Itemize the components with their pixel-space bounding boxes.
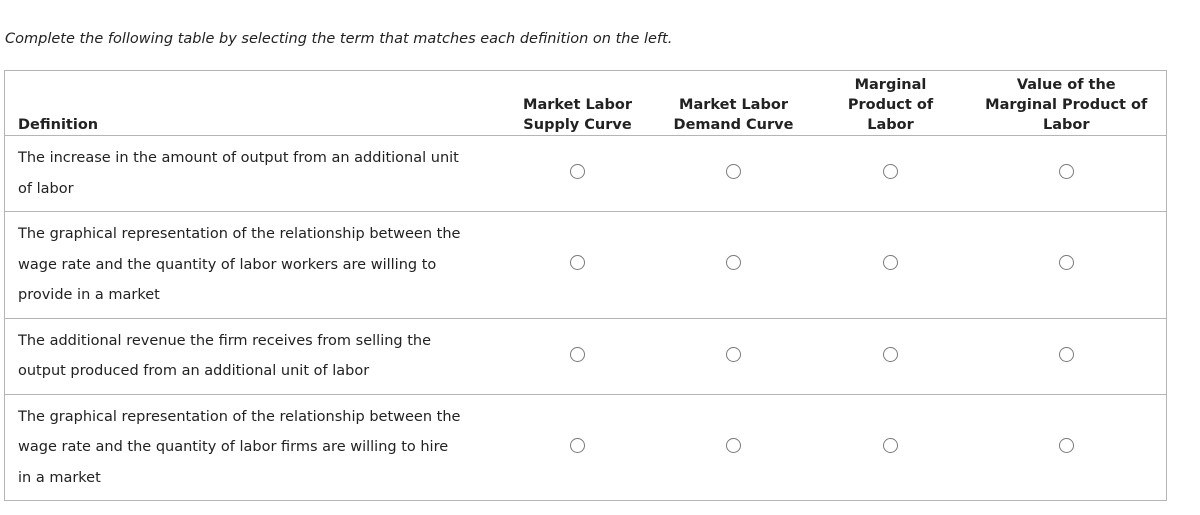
definition-line: The graphical representation of the rela…: [18, 226, 461, 242]
definition-line: in a market: [18, 469, 101, 486]
radio-market-labor-demand-curve[interactable]: [726, 164, 741, 179]
definition-line: The additional revenue the firm receives…: [18, 332, 432, 349]
header-line: Value of the: [1016, 77, 1116, 93]
table-row: The increase in the amount of output fro…: [4, 136, 1167, 212]
header-line: Market Labor: [679, 97, 788, 113]
definition-line: The graphical representation of the rela…: [18, 408, 461, 425]
radio-value-of-marginal-product-of-labor[interactable]: [1058, 255, 1074, 271]
table-row: The graphical representation of the rela…: [4, 212, 1167, 319]
radio-value-of-marginal-product-of-labor[interactable]: [1058, 164, 1074, 179]
radio-marginal-product-of-labor[interactable]: [883, 437, 898, 453]
definition-line: output produced from an additional unit …: [18, 363, 370, 379]
header-market-labor-demand-curve: Market Labor Demand Curve: [652, 70, 815, 136]
header-line: Marginal: [854, 77, 927, 93]
radio-value-of-marginal-product-of-labor[interactable]: [1058, 437, 1074, 453]
header-value-of-marginal-product-of-labor: Value of the Marginal Product of Labor: [966, 70, 1167, 136]
definition-cell: The additional revenue the firm receives…: [5, 318, 503, 394]
definition-cell: The graphical representation of the rela…: [5, 394, 503, 501]
definition-line: The increase in the amount of output fro…: [18, 150, 459, 166]
instructions: Complete the following table by selectin…: [5, 31, 673, 47]
definition-line: wage rate and the quantity of labor work…: [18, 256, 437, 273]
header-line: Supply Curve: [523, 117, 632, 133]
definition-line: wage rate and the quantity of labor firm…: [18, 439, 449, 455]
definition-cell: The increase in the amount of output fro…: [5, 136, 503, 212]
header-line: Labor: [1042, 117, 1090, 133]
radio-market-labor-supply-curve[interactable]: [570, 346, 585, 362]
header-line: Product of: [847, 97, 934, 113]
radio-market-labor-demand-curve[interactable]: [726, 437, 741, 453]
radio-value-of-marginal-product-of-labor[interactable]: [1058, 346, 1074, 362]
header-line: Marginal Product of: [985, 97, 1148, 113]
table-row: The graphical representation of the rela…: [4, 394, 1167, 501]
header-market-labor-supply-curve: Market Labor Supply Curve: [502, 70, 653, 136]
definition-line: provide in a market: [18, 287, 160, 303]
header-line: Market Labor: [523, 97, 632, 113]
radio-market-labor-demand-curve[interactable]: [726, 255, 741, 271]
header-line: Demand Curve: [673, 117, 794, 133]
header-line: Labor: [867, 117, 914, 133]
definition-cell: The graphical representation of the rela…: [5, 212, 503, 319]
radio-marginal-product-of-labor[interactable]: [883, 346, 898, 362]
definition-line: of labor: [18, 180, 74, 197]
radio-market-labor-supply-curve[interactable]: [570, 437, 585, 453]
radio-marginal-product-of-labor[interactable]: [883, 255, 898, 271]
table-row: The additional revenue the firm receives…: [4, 318, 1167, 394]
radio-market-labor-demand-curve[interactable]: [726, 346, 741, 362]
header-row: Definition Market Labor Supply Curve Mar…: [4, 70, 1167, 136]
header-marginal-product-of-labor: Marginal Product of Labor: [814, 70, 967, 136]
radio-market-labor-supply-curve[interactable]: [570, 255, 585, 271]
radio-marginal-product-of-labor[interactable]: [883, 164, 898, 179]
radio-market-labor-supply-curve[interactable]: [570, 164, 585, 179]
definition-header: Definition: [4, 70, 503, 136]
matching-table: Definition Market Labor Supply Curve Mar…: [4, 70, 1167, 501]
